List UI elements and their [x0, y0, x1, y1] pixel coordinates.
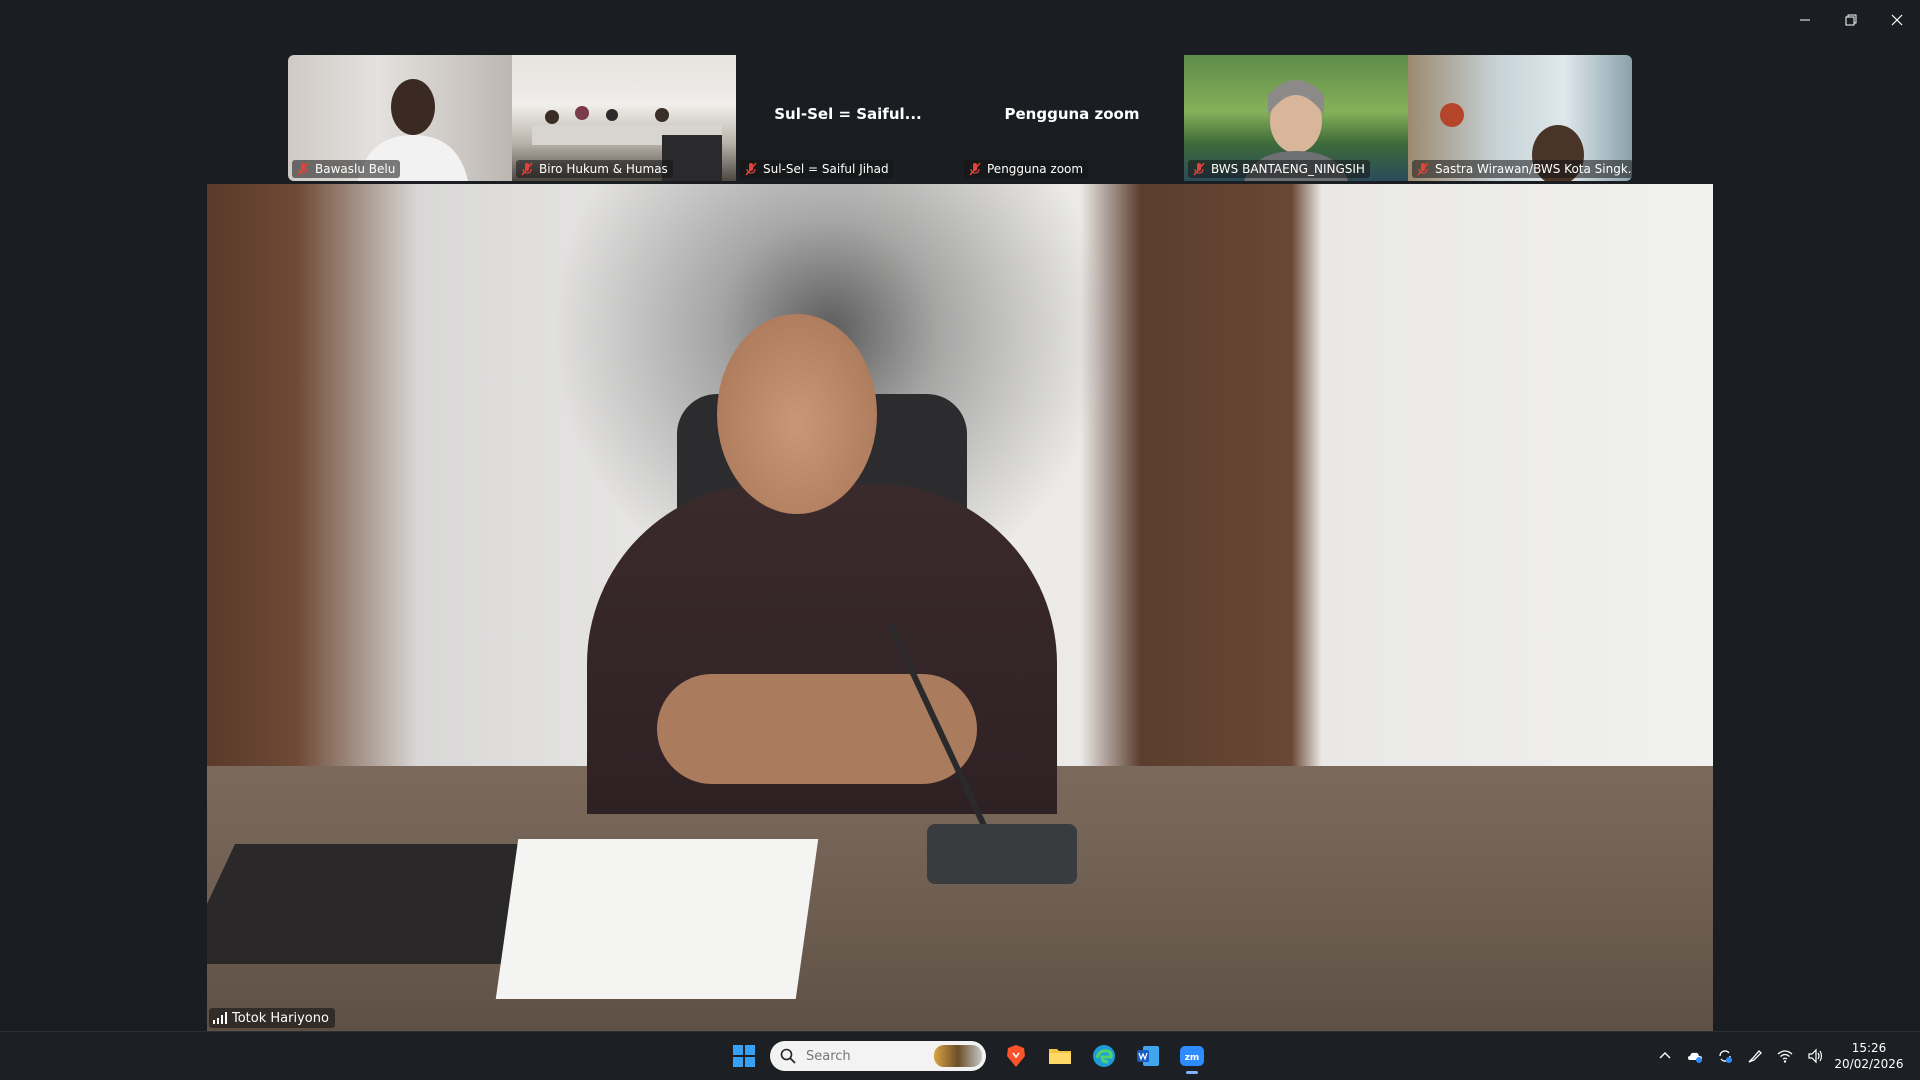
participant-label: Pengguna zoom: [964, 160, 1089, 178]
participant-name: Bawaslu Belu: [315, 162, 396, 176]
mic-muted-icon: [969, 162, 981, 176]
participant-display-name: Sul-Sel = Saiful...: [774, 105, 922, 123]
minimize-icon: [1800, 19, 1810, 21]
search-input[interactable]: [804, 1047, 928, 1065]
mic-muted-icon: [521, 162, 533, 176]
window-controls: [1782, 0, 1920, 40]
clock-time: 15:26: [1851, 1041, 1887, 1055]
clock-date: 20/02/2026: [1834, 1057, 1904, 1071]
close-icon: [1891, 14, 1903, 26]
active-speaker-label: Totok Hariyono: [209, 1008, 335, 1028]
participant-label: BWS BANTAENG_NINGSIH: [1188, 160, 1370, 178]
participant-name: Sastra Wirawan/BWS Kota Singk...: [1435, 162, 1632, 176]
participant-tile[interactable]: Bawaslu Belu: [288, 55, 512, 181]
edge-browser-icon: [1093, 1045, 1115, 1067]
sync-tray-button[interactable]: [1710, 1038, 1740, 1074]
minimize-button[interactable]: [1782, 0, 1828, 40]
participant-tile[interactable]: Pengguna zoom Pengguna zoom: [960, 55, 1184, 181]
search-highlight-image: [934, 1045, 982, 1067]
participant-name: BWS BANTAENG_NINGSIH: [1211, 162, 1365, 176]
windows-logo-icon: [733, 1045, 755, 1067]
participant-tile[interactable]: Sastra Wirawan/BWS Kota Singk...: [1408, 55, 1632, 181]
folder-icon: [1049, 1049, 1071, 1064]
speaker-hands: [657, 674, 977, 784]
volume-tray-button[interactable]: [1800, 1038, 1830, 1074]
taskbar-app-word[interactable]: [1128, 1038, 1168, 1074]
close-button[interactable]: [1874, 0, 1920, 40]
participant-name: Sul-Sel = Saiful Jihad: [763, 162, 889, 176]
active-speaker-video[interactable]: Totok Hariyono: [207, 184, 1713, 1031]
taskbar-app-file-explorer[interactable]: [1040, 1038, 1080, 1074]
word-icon: [1137, 1046, 1159, 1066]
participant-display-name: Pengguna zoom: [1004, 105, 1140, 123]
cloud-icon: [1688, 1052, 1702, 1063]
start-button[interactable]: [724, 1038, 764, 1074]
taskbar-clock[interactable]: 15:26 20/02/2026: [1830, 1040, 1908, 1072]
search-icon: [780, 1048, 796, 1064]
connection-signal-icon: [213, 1012, 227, 1024]
participant-label: Bawaslu Belu: [292, 160, 401, 178]
wifi-tray-button[interactable]: [1770, 1038, 1800, 1074]
show-hidden-icons-button[interactable]: [1650, 1038, 1680, 1074]
taskbar-apps: zm: [722, 1038, 1214, 1074]
taskbar-app-brave[interactable]: [996, 1038, 1036, 1074]
participant-tile[interactable]: Sul-Sel = Saiful... Sul-Sel = Saiful Jih…: [736, 55, 960, 181]
mic-muted-icon: [745, 162, 757, 176]
participant-strip: Bawaslu Belu Biro Hukum & Humas Sul-Sel …: [288, 55, 1632, 181]
speaker-head: [717, 314, 877, 514]
participant-name: Pengguna zoom: [987, 162, 1084, 176]
taskbar-app-zoom[interactable]: zm: [1172, 1038, 1212, 1074]
restore-icon: [1845, 14, 1857, 26]
mic-muted-icon: [1417, 162, 1429, 176]
participant-tile[interactable]: BWS BANTAENG_NINGSIH: [1184, 55, 1408, 181]
onedrive-tray-button[interactable]: [1680, 1038, 1710, 1074]
zoom-icon: zm: [1180, 1046, 1204, 1066]
taskbar-search[interactable]: [770, 1041, 986, 1071]
paper-notepad: [495, 839, 819, 999]
pen-input-icon: [1748, 1050, 1762, 1063]
participant-label: Biro Hukum & Humas: [516, 160, 673, 178]
mic-muted-icon: [1193, 162, 1205, 176]
participant-name: Biro Hukum & Humas: [539, 162, 668, 176]
system-tray: 15:26 20/02/2026: [1650, 1032, 1920, 1080]
microphone-base: [927, 824, 1077, 884]
active-speaker-name: Totok Hariyono: [232, 1010, 329, 1026]
language-tray-button[interactable]: [1740, 1038, 1770, 1074]
participant-tile[interactable]: Biro Hukum & Humas: [512, 55, 736, 181]
brave-browser-icon: [1007, 1045, 1025, 1067]
svg-text:zm: zm: [1185, 1053, 1200, 1063]
participant-label: Sastra Wirawan/BWS Kota Singk...: [1412, 160, 1632, 178]
chevron-up-icon: [1659, 1052, 1671, 1059]
taskbar-app-edge[interactable]: [1084, 1038, 1124, 1074]
wifi-icon: [1777, 1050, 1793, 1063]
taskbar: zm 15:26 20/02/2026: [0, 1031, 1920, 1080]
participant-label: Sul-Sel = Saiful Jihad: [740, 160, 894, 178]
sync-icon: [1719, 1050, 1732, 1063]
restore-button[interactable]: [1828, 0, 1874, 40]
speaker-volume-icon: [1808, 1048, 1823, 1064]
mic-muted-icon: [297, 162, 309, 176]
